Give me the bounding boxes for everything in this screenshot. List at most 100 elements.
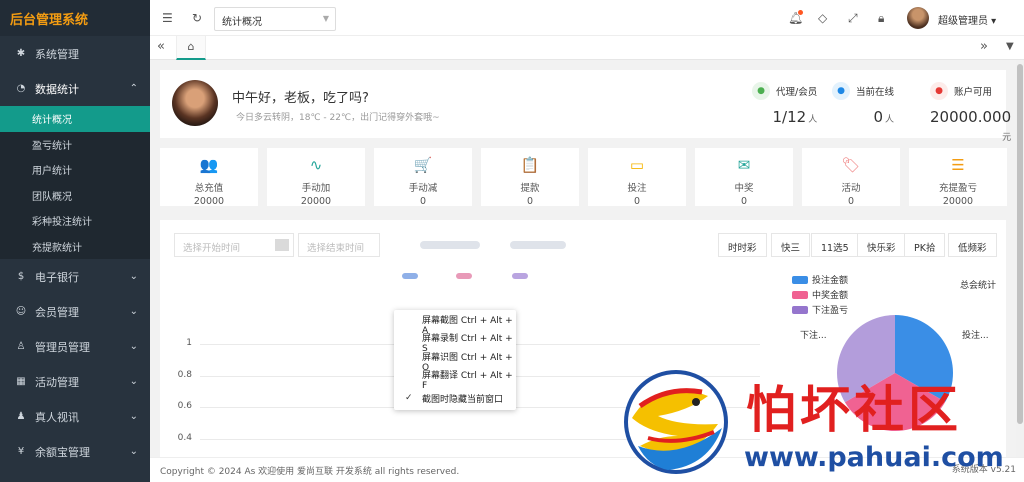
sidebar-subitem[interactable]: 充提款统计 [0,234,150,260]
browser-icon: ▭ [629,156,645,174]
stat-unit: 人 [808,115,818,125]
sidebar-item-label: 活动管理 [35,375,79,389]
summary-card[interactable]: ✉ 中奖 0 [695,148,793,207]
card-label: 手动减 [408,183,438,194]
fullscreen-icon[interactable]: ⤢ [848,11,858,26]
coin-icon: ¥ [17,446,25,457]
lock-icon[interactable]: 🔒︎ [878,11,884,26]
summary-card[interactable]: ☰ 充提盈亏 20000 [909,148,1007,207]
stat-label: 当前在线 [856,87,895,98]
chevron-down-icon: ▼ [322,14,329,23]
start-date-placeholder: 选择开始时间 [183,243,241,254]
menu-collapse-icon[interactable]: ☰ [162,11,173,25]
card-label: 总充值 [194,183,224,194]
welcome-card: 中午好，老板，吃了吗? 今日多云转阴，18℃ - 22℃，出门记得穿外套哦~ ●… [160,70,1011,143]
context-menu-item[interactable]: ✓ 截图时隐藏当前窗口 [394,389,516,408]
lottery-filter-button[interactable]: 低频彩 [948,233,997,257]
lottery-filter-button[interactable]: 时时彩 [718,233,767,257]
sidebar-item-label: 真人视讯 [35,410,79,424]
context-menu-item[interactable]: 屏幕翻译 Ctrl + Alt + F [394,371,516,391]
chevron-down-icon: ⌄ [129,411,138,422]
tab-home[interactable]: ⌂ [176,36,206,60]
greeting-text: 中午好，老板，吃了吗? [232,91,369,106]
clipboard-icon: 📋 [520,156,540,174]
users-icon: ● [752,82,770,100]
legend-item[interactable]: 投注金额 [792,273,848,286]
summary-card[interactable]: ∿ 手动加 20000 [267,148,365,207]
sidebar-item[interactable]: ♟ 真人视讯 ⌄ [0,399,150,434]
start-date-input[interactable]: 选择开始时间 [174,233,294,257]
card-value: 20000 [193,196,225,207]
card-label: 提款 [520,183,540,194]
user-name[interactable]: 超级管理员 ▾ [938,12,996,27]
menu-search-value: 统计概况 [222,17,262,28]
blurred-blob [420,241,480,249]
card-value: 20000 [300,196,332,207]
blurred-legend-marker [512,273,528,279]
pulse-icon: ∿ [309,156,323,174]
summary-card[interactable]: ▭ 投注 0 [588,148,686,207]
sidebar-item[interactable]: ☺ 会员管理 ⌄ [0,294,150,329]
sidebar-subitem[interactable]: 盈亏统计 [0,132,150,158]
sidebar-item[interactable]: ♙ 管理员管理 ⌄ [0,329,150,364]
menu-search-select[interactable]: 统计概况 ▼ [214,7,336,31]
sidebar-item[interactable]: ✱ 系统管理 [0,36,150,71]
card-label: 手动加 [301,183,331,194]
sidebar-item[interactable]: ◔ 数据统计 ⌃ [0,71,150,106]
sidebar-subitem[interactable]: 统计概况 [0,106,150,132]
calendar-icon[interactable] [275,239,289,251]
tag-icon[interactable]: ◇ [818,11,827,25]
watermark: 怕坏社区 www.pahuai.com [618,366,1024,482]
refresh-icon[interactable]: ↻ [192,11,202,25]
app-logo[interactable]: 后台管理系统 [0,0,150,36]
stat-unit: 人 [885,115,895,125]
sidebar-item-label: 数据统计 [35,82,79,96]
activity-icon: ● [832,82,850,100]
card-value: 0 [847,196,855,207]
group-icon: ♟ [16,411,26,422]
sidebar-item-label: 系统管理 [35,47,79,61]
chevron-down-icon: ⌄ [129,376,138,387]
context-menu: 屏幕截图 Ctrl + Alt + A 屏幕录制 Ctrl + Alt + S 屏幕… [394,310,516,410]
watermark-text: 怕坏社区 [746,380,962,439]
chevron-down-icon: ⌄ [129,271,138,282]
legend-swatch [792,275,808,284]
sidebar-item[interactable]: $ 电子银行 ⌄ [0,259,150,294]
footer-text: Copyright © 2024 As 欢迎使用 爱尚互联 开发系统 all r… [160,467,460,477]
lottery-filter-button[interactable]: PK拾 [904,233,946,257]
blurred-blob [510,241,566,249]
y-tick-label: 0.8 [177,369,192,380]
stat-value-row: 20000.000 元 [930,108,1011,144]
stat-label-row: ● 当前在线 [832,82,894,100]
sidebar-subitem[interactable]: 用户统计 [0,157,150,183]
pie-label-right: 投注... [962,331,989,341]
card-value: 20000 [942,196,974,207]
lottery-filter-button[interactable]: 快乐彩 [857,233,906,257]
sidebar-item[interactable]: ▦ 活动管理 ⌄ [0,364,150,399]
legend-item[interactable]: 中奖金额 [792,288,848,301]
sidebar-subitem[interactable]: 彩种投注统计 [0,208,150,234]
stat-value: 20000.000 [930,108,1012,126]
weather-text: 今日多云转阴，18℃ - 22℃，出门记得穿外套哦~ [236,113,440,123]
avatar [172,80,218,126]
chevron-down-icon: ⌄ [129,446,138,457]
tab-scroll-left-icon[interactable]: « [157,39,165,54]
lottery-filter-button[interactable]: 快三 [771,233,811,257]
avatar[interactable] [907,7,929,29]
tab-menu-chevron-icon[interactable]: ▼ [1006,41,1014,52]
stat-label: 代理/会员 [776,87,818,98]
y-tick-label: 0.4 [177,432,192,443]
end-date-input[interactable]: 选择结束时间 [298,233,380,257]
summary-card[interactable]: 👥 总充值 20000 [160,148,258,207]
summary-card[interactable]: 🏷 活动 0 [802,148,900,207]
welcome-stat: ● 账户可用 20000.000 元 [930,82,1011,144]
summary-card[interactable]: 📋 提款 0 [481,148,579,207]
sidebar-subitem[interactable]: 团队概况 [0,183,150,209]
lottery-filter-button[interactable]: 11选5 [811,233,859,257]
users-icon: ☺ [15,306,27,317]
summary-card[interactable]: 🛒 手动减 0 [374,148,472,207]
legend-swatch [792,290,808,299]
tab-scroll-right-icon[interactable]: » [980,39,988,54]
sidebar-submenu: 统计概况 盈亏统计 用户统计 团队概况 彩种投注统计 充提款统计 [0,106,150,259]
sidebar-item[interactable]: ¥ 余额宝管理 ⌄ [0,434,150,469]
